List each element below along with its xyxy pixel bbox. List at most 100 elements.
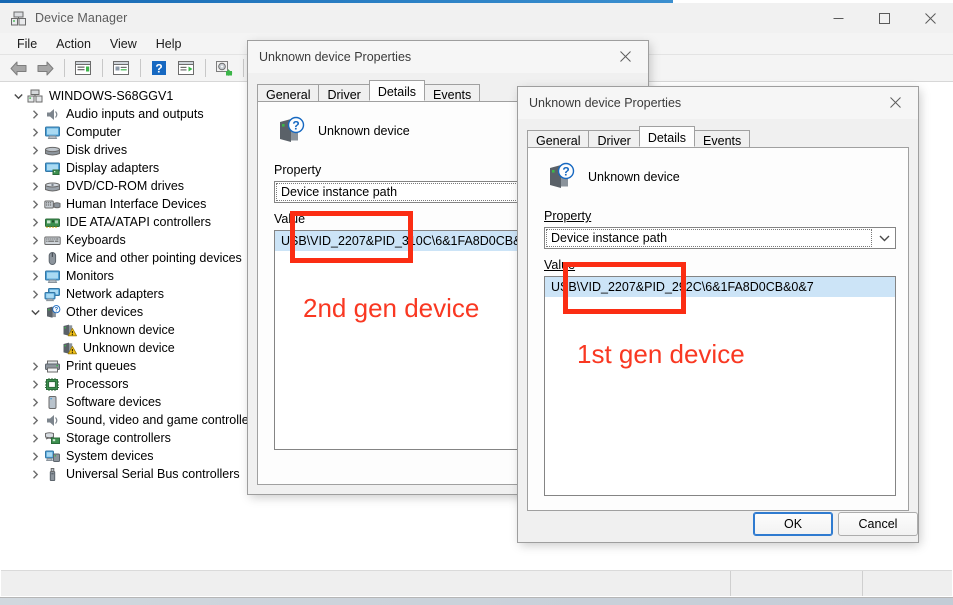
- tree-expander-collapsed[interactable]: [27, 465, 43, 483]
- dialog-front-value-label: Value: [544, 258, 575, 272]
- menu-view[interactable]: View: [101, 35, 146, 53]
- chevron-down-icon[interactable]: [873, 228, 895, 248]
- tree-item-label: Network adapters: [66, 287, 164, 301]
- usb-icon: [43, 466, 62, 482]
- dialog-front-cancel-button[interactable]: Cancel: [838, 512, 918, 536]
- scan-hardware-changes-icon[interactable]: [211, 56, 237, 80]
- tree-expander-collapsed[interactable]: [27, 411, 43, 429]
- unknown-device-icon: ?: [43, 304, 62, 320]
- menu-action[interactable]: Action: [47, 35, 100, 53]
- properties-icon[interactable]: [70, 56, 96, 80]
- controller-card-icon: [43, 214, 62, 230]
- window-title: Device Manager: [35, 11, 128, 25]
- unknown-device-warning-icon: [60, 322, 79, 338]
- tree-expander-collapsed[interactable]: [27, 195, 43, 213]
- forward-arrow-icon[interactable]: [32, 56, 58, 80]
- tree-expander-collapsed[interactable]: [27, 429, 43, 447]
- toolbar-separator: [140, 59, 141, 77]
- optical-drive-icon: [43, 178, 62, 194]
- tree-expander-collapsed[interactable]: [27, 159, 43, 177]
- tree-expander-collapsed[interactable]: [27, 105, 43, 123]
- tab-details[interactable]: Details: [368, 80, 426, 101]
- toolbar-separator: [243, 59, 244, 77]
- title-bar: Device Manager: [0, 3, 953, 33]
- tree-item-label: Unknown device: [83, 341, 175, 355]
- help-icon[interactable]: ?: [146, 56, 172, 80]
- back-arrow-icon[interactable]: [5, 56, 31, 80]
- tab-driver[interactable]: Driver: [318, 84, 370, 102]
- toolbar-separator: [205, 59, 206, 77]
- screenshot-root: Device Manager File Action View Help ? W…: [0, 0, 953, 605]
- dialog-back-tabstrip: General Driver Details Events: [257, 80, 481, 102]
- value-listbox[interactable]: USB\VID_2207&PID_292C\6&1FA8D0CB&0&7 1st…: [544, 276, 896, 496]
- tree-expander-collapsed[interactable]: [27, 267, 43, 285]
- svg-text:?: ?: [54, 307, 58, 313]
- tab-events[interactable]: Events: [424, 84, 481, 102]
- dialog-front-ok-button[interactable]: OK: [753, 512, 833, 536]
- tree-expander-collapsed[interactable]: [27, 393, 43, 411]
- software-device-icon: [43, 394, 62, 410]
- dialog-back-title-bar: Unknown device Properties: [248, 41, 648, 73]
- tree-item-label: Storage controllers: [66, 431, 171, 445]
- tree-expander-collapsed[interactable]: [27, 375, 43, 393]
- dialog-front-title-bar: Unknown device Properties: [518, 87, 918, 119]
- tree-expander-collapsed[interactable]: [27, 249, 43, 267]
- minimize-icon[interactable]: [815, 3, 861, 33]
- tree-item-label: Print queues: [66, 359, 137, 373]
- tree-expander-collapsed[interactable]: [27, 231, 43, 249]
- tab-events[interactable]: Events: [694, 130, 751, 148]
- show-hidden-devices-icon[interactable]: [108, 56, 134, 80]
- network-icon: [43, 286, 62, 302]
- dialog-back-title: Unknown device Properties: [259, 50, 412, 64]
- tree-expander-collapsed[interactable]: [27, 285, 43, 303]
- close-icon[interactable]: [907, 3, 953, 33]
- tree-item-label: Disk drives: [66, 143, 128, 157]
- tree-item-label: Monitors: [66, 269, 114, 283]
- processor-icon: [43, 376, 62, 392]
- update-driver-icon[interactable]: [173, 56, 199, 80]
- computer-tree-icon: [26, 88, 45, 104]
- close-icon[interactable]: [603, 41, 648, 72]
- tree-expander-expanded[interactable]: [27, 303, 43, 321]
- tree-expander-collapsed[interactable]: [27, 141, 43, 159]
- dialog-back-device-header: ? Unknown device: [274, 115, 410, 147]
- property-label-text: Property: [544, 209, 592, 223]
- maximize-icon[interactable]: [861, 3, 907, 33]
- tree-expander-collapsed[interactable]: [27, 357, 43, 375]
- svg-text:?: ?: [292, 119, 299, 133]
- tree-item-label: Mice and other pointing devices: [66, 251, 242, 265]
- annotation-1st-gen: 1st gen device: [577, 339, 745, 369]
- status-pane-main: [1, 571, 731, 596]
- tab-general[interactable]: General: [257, 84, 320, 102]
- dialog-back-value-label: Value: [274, 212, 306, 226]
- tree-expander-collapsed[interactable]: [27, 213, 43, 231]
- tree-item-label: Keyboards: [66, 233, 126, 247]
- status-bar: [1, 570, 952, 596]
- system-device-icon: [43, 448, 62, 464]
- tree-item-label: Processors: [66, 377, 129, 391]
- tree-expander-collapsed[interactable]: [27, 177, 43, 195]
- svg-text:?: ?: [562, 165, 569, 179]
- menu-help[interactable]: Help: [147, 35, 191, 53]
- dialog-front-title: Unknown device Properties: [529, 96, 682, 110]
- dialog-front-property-label: Property: [544, 209, 591, 223]
- tree-expander-collapsed[interactable]: [27, 447, 43, 465]
- tree-item-label: Audio inputs and outputs: [66, 107, 204, 121]
- menu-file[interactable]: File: [8, 35, 46, 53]
- value-list-item[interactable]: USB\VID_2207&PID_292C\6&1FA8D0CB&0&7: [545, 277, 895, 297]
- property-select[interactable]: Device instance path: [544, 227, 896, 249]
- tree-item-label: Sound, video and game controllers: [66, 413, 260, 427]
- tree-expander-expanded[interactable]: [10, 87, 26, 105]
- tab-details[interactable]: Details: [638, 126, 696, 147]
- property-select-value: Device instance path: [546, 229, 872, 247]
- tab-driver[interactable]: Driver: [588, 130, 640, 148]
- tree-item-label: Software devices: [66, 395, 162, 409]
- dialog-back-property-label: Property: [274, 163, 322, 177]
- close-icon[interactable]: [873, 87, 918, 118]
- tree-expander-collapsed[interactable]: [27, 123, 43, 141]
- tab-general[interactable]: General: [527, 130, 590, 148]
- tree-item-label: Other devices: [66, 305, 144, 319]
- speaker-icon: [43, 106, 62, 122]
- annotation-2nd-gen: 2nd gen device: [303, 293, 480, 323]
